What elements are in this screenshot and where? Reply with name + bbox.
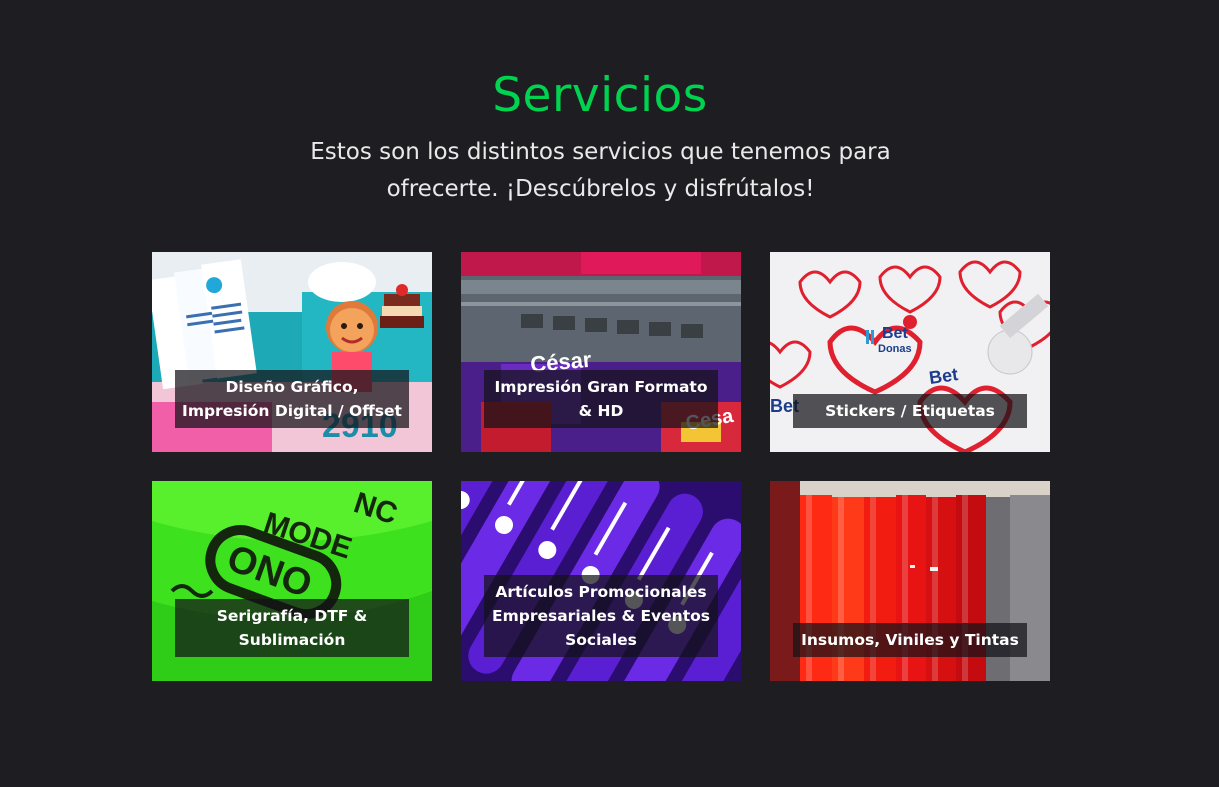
service-label: Insumos, Viniles y Tintas <box>793 623 1027 657</box>
section-title: Servicios <box>492 68 708 123</box>
service-label: Serigrafía, DTF & Sublimación <box>175 599 409 657</box>
service-card-gran-formato[interactable]: César Cesa Impresión Gran Formato & HD <box>461 252 741 452</box>
service-card-diseno-grafico[interactable]: 2910 Diseño Gráfico, Impresión Digital /… <box>152 252 432 452</box>
service-label: Stickers / Etiquetas <box>793 394 1027 428</box>
svg-text:Bet: Bet <box>928 364 960 388</box>
service-label: Artículos Promocionales Empresariales & … <box>484 575 718 657</box>
services-section: Servicios Estos son los distintos servic… <box>0 0 1219 787</box>
service-card-stickers[interactable]: Bet Donas Bet Bet Stickers / Etiquetas <box>770 252 1050 452</box>
service-card-serigrafia[interactable]: MODE NC ONO Serigrafía, DTF & Sublimació… <box>152 481 432 681</box>
service-card-promocionales[interactable]: Artículos Promocionales Empresariales & … <box>461 481 741 681</box>
svg-text:Bet: Bet <box>882 325 908 342</box>
svg-text:Donas: Donas <box>878 343 912 355</box>
service-label: Diseño Gráfico, Impresión Digital / Offs… <box>175 370 409 428</box>
services-grid: 2910 Diseño Gráfico, Impresión Digital /… <box>152 252 1050 681</box>
section-subtitle: Estos son los distintos servicios que te… <box>310 139 891 202</box>
service-label: Impresión Gran Formato & HD <box>484 370 718 428</box>
service-card-insumos[interactable]: Insumos, Viniles y Tintas <box>770 481 1050 681</box>
